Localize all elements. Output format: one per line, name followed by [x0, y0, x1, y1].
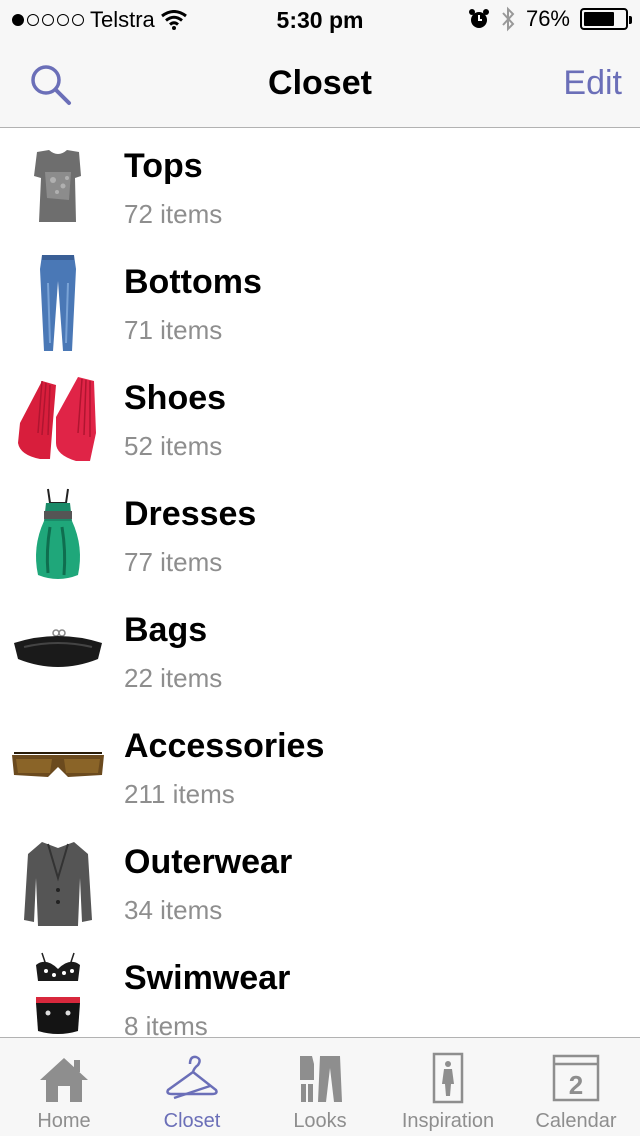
category-count: 52 items	[124, 431, 223, 461]
page-title: Closet	[268, 64, 372, 102]
tab-inspiration[interactable]: Inspiration	[384, 1038, 512, 1136]
battery-percent: 76%	[525, 6, 570, 31]
home-icon	[40, 1058, 88, 1102]
tab-label: Calendar	[535, 1110, 617, 1132]
bag-thumbnail	[8, 601, 108, 701]
inspiration-icon	[432, 1052, 464, 1104]
category-row-bags[interactable]: Bags 22 items	[0, 593, 640, 709]
category-title: Bags	[124, 611, 208, 649]
battery-fill	[584, 12, 615, 26]
swimsuit-thumbnail	[8, 949, 108, 1037]
category-title: Dresses	[124, 495, 257, 533]
tab-label: Closet	[163, 1110, 221, 1132]
tab-looks[interactable]: Looks	[256, 1038, 384, 1136]
tab-label: Looks	[293, 1110, 347, 1132]
category-title: Shoes	[124, 379, 227, 417]
category-row-tops[interactable]: Tops 72 items	[0, 129, 640, 245]
category-row-outerwear[interactable]: Outerwear 34 items	[0, 825, 640, 941]
shoes-thumbnail	[8, 369, 108, 469]
category-row-accessories[interactable]: Accessories 211 items	[0, 709, 640, 825]
category-title: Tops	[124, 147, 203, 185]
category-title: Bottoms	[124, 263, 262, 301]
looks-icon	[300, 1056, 342, 1102]
top-thumbnail	[8, 137, 108, 237]
tab-bar: Home Closet Looks Inspiration 2 Calendar	[0, 1037, 640, 1136]
alarm-icon	[468, 9, 489, 28]
category-title: Swimwear	[124, 959, 291, 997]
category-count: 211 items	[124, 779, 235, 809]
category-row-shoes[interactable]: Shoes 52 items	[0, 361, 640, 477]
status-right: 76%	[468, 6, 632, 32]
tab-label: Inspiration	[401, 1110, 495, 1132]
category-count: 77 items	[124, 547, 223, 577]
category-count: 71 items	[124, 315, 223, 345]
calendar-icon: 2	[552, 1054, 600, 1102]
category-title: Accessories	[124, 727, 325, 765]
bluetooth-icon	[502, 6, 515, 32]
category-row-dresses[interactable]: Dresses 77 items	[0, 477, 640, 593]
tab-calendar[interactable]: 2 Calendar	[512, 1038, 640, 1136]
category-count: 34 items	[124, 895, 223, 925]
battery-icon	[580, 8, 632, 30]
edit-button[interactable]: Edit	[563, 64, 622, 103]
navigation-bar: Closet Edit	[0, 40, 640, 128]
hanger-icon	[166, 1055, 218, 1100]
category-count: 8 items	[124, 1011, 208, 1037]
dress-thumbnail	[8, 485, 108, 585]
calendar-badge: 2	[569, 1070, 583, 1100]
status-bar: Telstra 5:30 pm 76%	[0, 0, 640, 40]
sunglasses-thumbnail	[8, 717, 108, 817]
category-row-bottoms[interactable]: Bottoms 71 items	[0, 245, 640, 361]
category-count: 72 items	[124, 199, 223, 229]
category-title: Outerwear	[124, 843, 293, 881]
category-count: 22 items	[124, 663, 223, 693]
category-list: Tops 72 items Bottoms 71 items Shoes 52 …	[0, 129, 640, 1037]
category-row-swimwear[interactable]: Swimwear 8 items	[0, 941, 640, 1037]
tab-label: Home	[37, 1110, 91, 1132]
jeans-thumbnail	[8, 253, 108, 353]
tab-closet[interactable]: Closet	[128, 1038, 256, 1136]
jacket-thumbnail	[8, 833, 108, 933]
tab-home[interactable]: Home	[0, 1038, 128, 1136]
